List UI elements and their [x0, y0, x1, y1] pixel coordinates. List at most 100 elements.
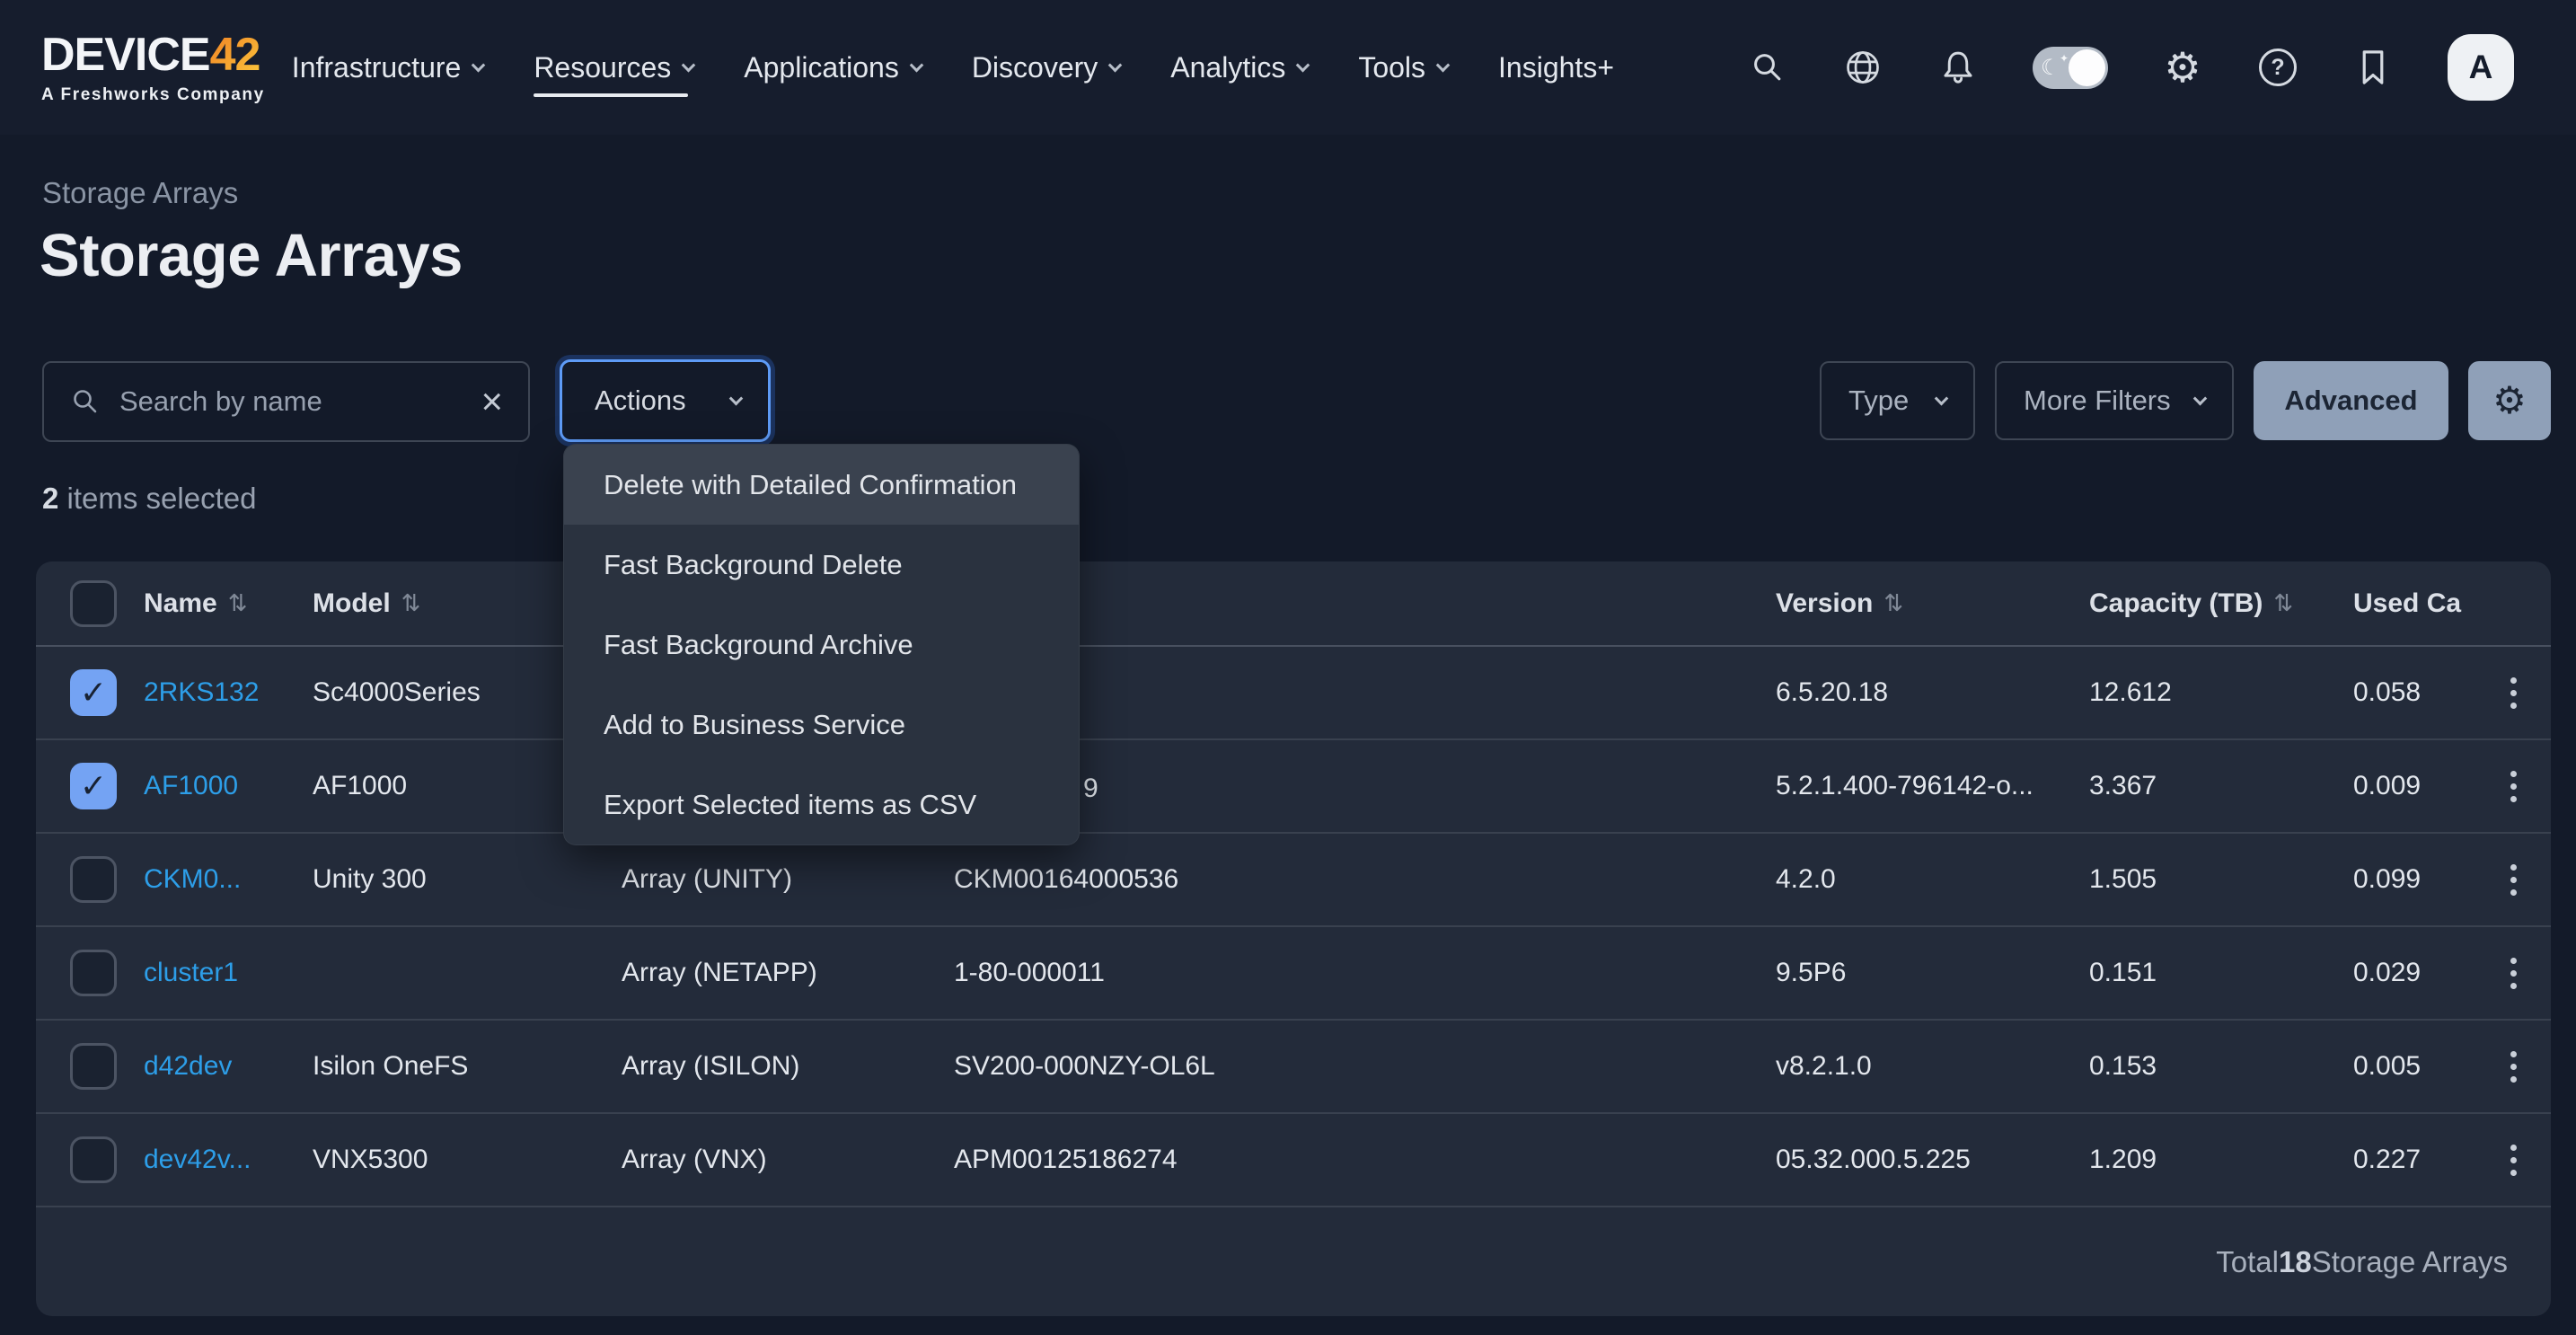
sort-icon[interactable]: ⇅: [1883, 590, 1903, 617]
chevron-down-icon: [682, 57, 696, 72]
capacity-cell: 0.151: [2089, 958, 2353, 988]
chevron-down-icon: [472, 57, 486, 72]
row-menu-kebab-icon[interactable]: [2498, 762, 2529, 811]
menu-item-export-selected-csv[interactable]: Export Selected items as CSV: [564, 765, 1079, 844]
globe-icon[interactable]: [1842, 47, 1883, 88]
sort-icon[interactable]: ⇅: [2273, 590, 2293, 617]
model-cell: VNX5300: [313, 1145, 622, 1175]
theme-toggle[interactable]: ☾ ✦: [2033, 47, 2108, 89]
version-cell: 6.5.20.18: [1776, 677, 2089, 708]
chevron-down-icon: [729, 391, 744, 405]
row-checkbox[interactable]: ✓: [70, 1043, 117, 1090]
type-cell: Array (ISILON): [622, 1051, 954, 1082]
menu-item-delete-detailed-confirmation[interactable]: Delete with Detailed Confirmation: [564, 445, 1079, 525]
column-header-used-capacity: Used Ca: [2353, 588, 2479, 619]
name-link[interactable]: AF1000: [144, 771, 313, 801]
help-icon[interactable]: ?: [2257, 47, 2298, 88]
device42-logo[interactable]: DEVICE42 A Freshworks Company: [41, 31, 265, 103]
used-capacity-cell: 0.029: [2353, 958, 2479, 988]
table-settings-button[interactable]: ⚙: [2468, 361, 2551, 440]
search-icon[interactable]: [1747, 47, 1788, 88]
row-menu-kebab-icon[interactable]: [2498, 949, 2529, 998]
type-cell: Array (VNX): [622, 1145, 954, 1175]
name-link[interactable]: cluster1: [144, 958, 313, 988]
nav-item-resources[interactable]: Resources: [534, 0, 693, 135]
page-title: Storage Arrays: [40, 221, 463, 290]
type-filter-dropdown[interactable]: Type: [1820, 361, 1975, 440]
row-menu-kebab-icon[interactable]: [2498, 1042, 2529, 1092]
row-menu-kebab-icon[interactable]: [2498, 1136, 2529, 1185]
settings-gear-icon[interactable]: ⚙: [2162, 47, 2203, 88]
table-header-row: ✓ Name⇅ Model⇅ Version⇅ Capacity (TB)⇅ U…: [36, 561, 2551, 647]
search-icon: [69, 385, 101, 418]
nav-item-discovery[interactable]: Discovery: [972, 0, 1120, 135]
top-nav: DEVICE42 A Freshworks Company Infrastruc…: [0, 0, 2576, 135]
version-cell: v8.2.1.0: [1776, 1051, 2089, 1082]
model-cell: Isilon OneFS: [313, 1051, 622, 1082]
logo-wordmark: DEVICE42: [41, 31, 265, 78]
row-checkbox[interactable]: ✓: [70, 950, 117, 996]
version-cell: 5.2.1.400-796142-o...: [1776, 771, 2089, 801]
toggle-knob: [2069, 49, 2105, 86]
bookmark-icon[interactable]: [2352, 47, 2394, 88]
name-link[interactable]: CKM0...: [144, 864, 313, 895]
search-input[interactable]: [119, 385, 463, 418]
chevron-down-icon: [1108, 57, 1123, 72]
nav-item-tools[interactable]: Tools: [1358, 0, 1448, 135]
chevron-down-icon: [1935, 391, 1949, 405]
column-header-capacity[interactable]: Capacity (TB)⇅: [2089, 588, 2353, 619]
table-row: ✓ CKM0... Unity 300 Array (UNITY) CKM001…: [36, 834, 2551, 927]
user-avatar[interactable]: A: [2448, 34, 2514, 101]
serial-cell: APM00125186274: [954, 1145, 1776, 1175]
table-row: ✓ 2RKS132 Sc4000Series 6.5.20.18 12.612 …: [36, 647, 2551, 740]
row-checkbox[interactable]: ✓: [70, 856, 117, 903]
clear-search-icon[interactable]: ×: [481, 383, 503, 420]
capacity-cell: 1.505: [2089, 864, 2353, 895]
used-capacity-cell: 0.009: [2353, 771, 2479, 801]
actions-dropdown-button[interactable]: Actions: [560, 359, 771, 442]
chevron-down-icon: [1436, 57, 1451, 72]
nav-item-analytics[interactable]: Analytics: [1170, 0, 1308, 135]
nav-icon-group: ☾ ✦ ⚙ ? A: [1747, 34, 2514, 101]
more-filters-dropdown[interactable]: More Filters: [1995, 361, 2234, 440]
sort-icon[interactable]: ⇅: [228, 590, 248, 617]
row-checkbox[interactable]: ✓: [70, 1136, 117, 1183]
nav-item-insights-plus[interactable]: Insights+: [1498, 0, 1614, 135]
row-checkbox[interactable]: ✓: [70, 669, 117, 716]
moon-icon: ☾: [2041, 55, 2060, 80]
nav-item-applications[interactable]: Applications: [744, 0, 922, 135]
menu-item-add-to-business-service[interactable]: Add to Business Service: [564, 685, 1079, 765]
column-header-version[interactable]: Version⇅: [1776, 588, 2089, 619]
table-row: ✓ AF1000 AF1000 5.2.1.400-796142-o... 3.…: [36, 740, 2551, 834]
more-filters-label: More Filters: [2024, 385, 2171, 417]
filter-toolbar: Type More Filters Advanced ⚙: [1820, 361, 2551, 440]
row-menu-kebab-icon[interactable]: [2498, 855, 2529, 905]
capacity-cell: 0.153: [2089, 1051, 2353, 1082]
storage-arrays-page: DEVICE42 A Freshworks Company Infrastruc…: [0, 0, 2576, 1335]
breadcrumb: Storage Arrays: [42, 176, 238, 210]
model-cell: Unity 300: [313, 864, 622, 895]
search-box: ×: [42, 361, 530, 442]
row-checkbox[interactable]: ✓: [70, 763, 117, 809]
total-count: 18: [2279, 1245, 2312, 1279]
row-menu-kebab-icon[interactable]: [2498, 668, 2529, 718]
name-link[interactable]: 2RKS132: [144, 677, 313, 708]
select-all-checkbox[interactable]: ✓: [70, 580, 117, 627]
sparkle-icon: ✦: [2060, 52, 2069, 65]
table-row: ✓ cluster1 Array (NETAPP) 1-80-000011 9.…: [36, 927, 2551, 1021]
menu-item-fast-background-delete[interactable]: Fast Background Delete: [564, 525, 1079, 605]
notifications-bell-icon[interactable]: [1937, 47, 1979, 88]
nav-item-infrastructure[interactable]: Infrastructure: [292, 0, 484, 135]
name-link[interactable]: d42dev: [144, 1051, 313, 1082]
selection-status: 2 items selected: [42, 482, 256, 516]
main-menu: Infrastructure Resources Applications Di…: [292, 0, 1614, 135]
sort-icon[interactable]: ⇅: [401, 590, 421, 617]
table-row: ✓ d42dev Isilon OneFS Array (ISILON) SV2…: [36, 1021, 2551, 1114]
menu-item-fast-background-archive[interactable]: Fast Background Archive: [564, 605, 1079, 685]
column-header-name[interactable]: Name⇅: [144, 588, 313, 619]
gear-icon: ⚙: [2492, 382, 2527, 420]
used-capacity-cell: 0.058: [2353, 677, 2479, 708]
used-capacity-cell: 0.099: [2353, 864, 2479, 895]
name-link[interactable]: dev42v...: [144, 1145, 313, 1175]
advanced-button[interactable]: Advanced: [2254, 361, 2448, 440]
